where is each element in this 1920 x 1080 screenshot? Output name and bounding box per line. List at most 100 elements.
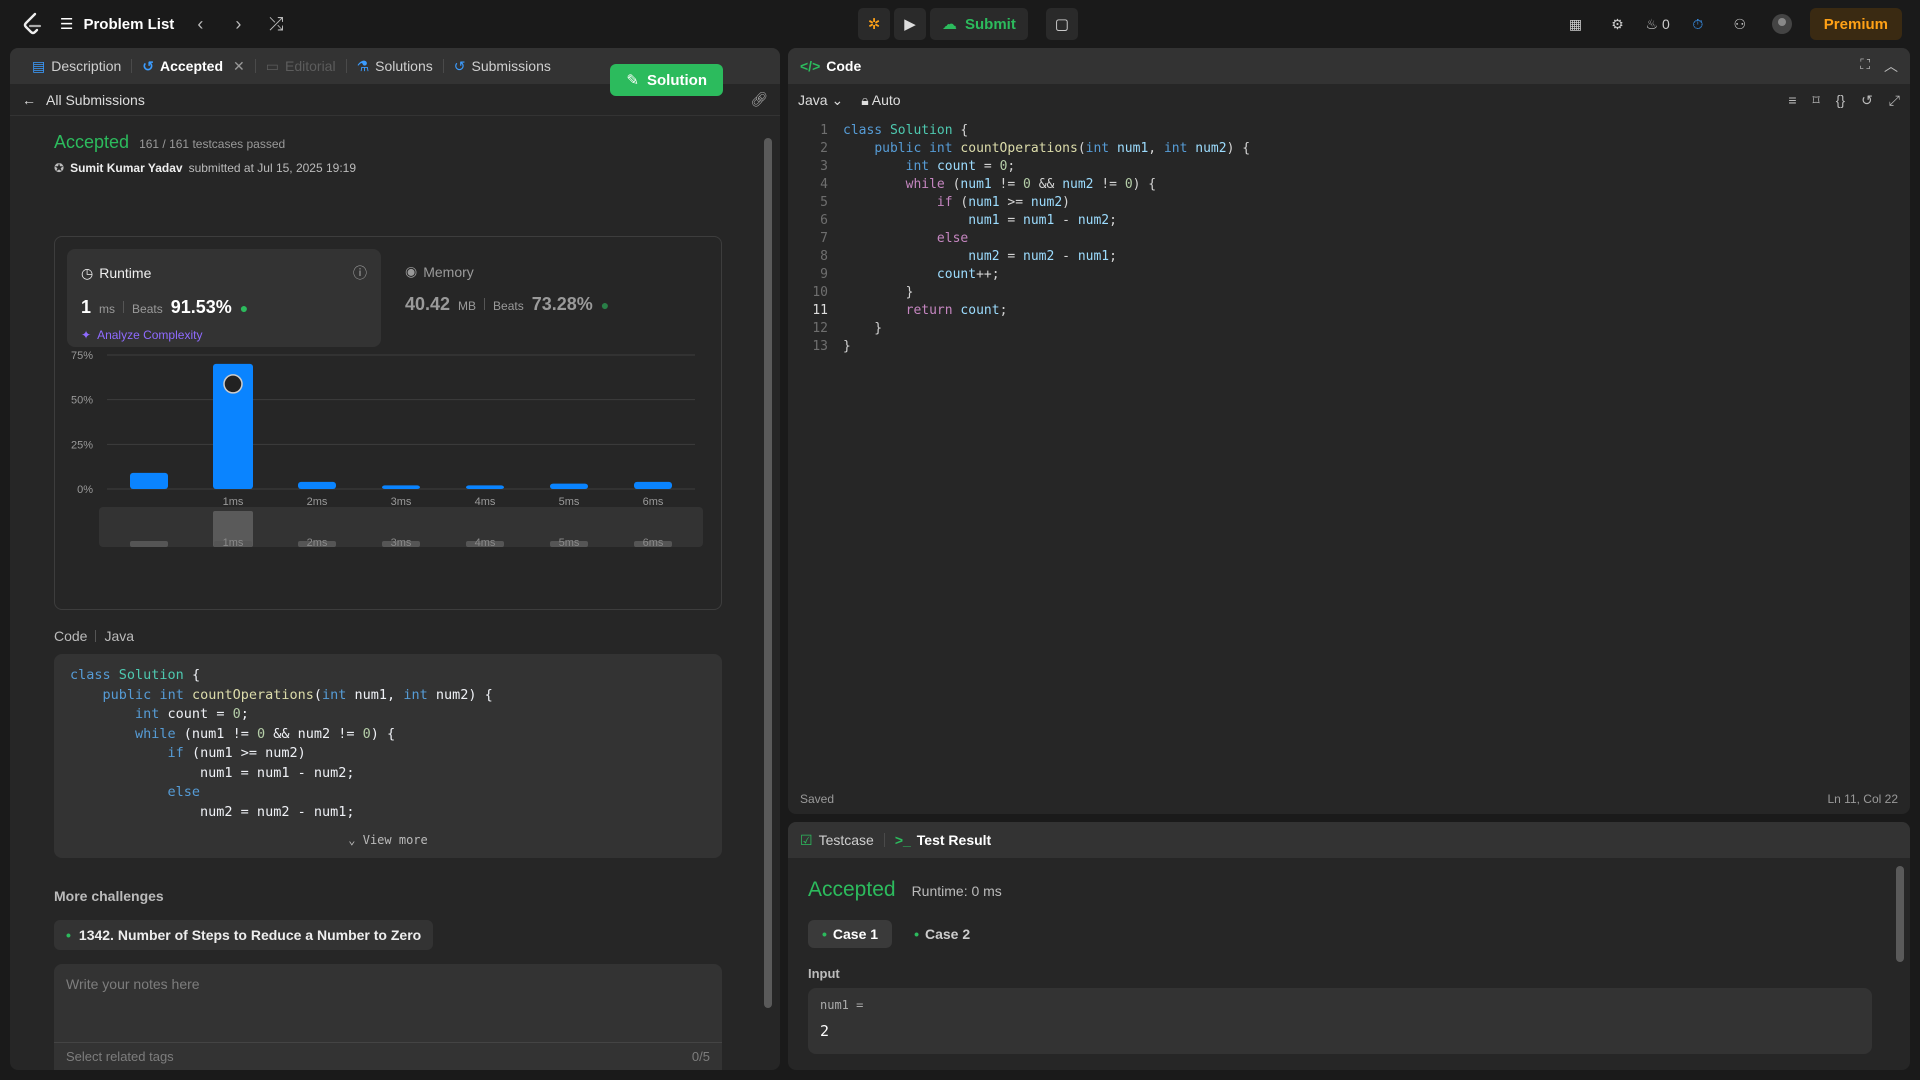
collapse-icon[interactable]: ︿ bbox=[1884, 56, 1898, 76]
submit-button[interactable]: ☁ Submit bbox=[930, 8, 1028, 40]
line-numbers: 1 2 3 4 5 6 7 8 9 10 11 12 13 bbox=[812, 123, 828, 354]
clock-icon: ◷ bbox=[81, 264, 94, 281]
y-tick-label: 50% bbox=[71, 395, 93, 407]
layout-icon[interactable]: ▦ bbox=[1561, 10, 1589, 38]
info-icon[interactable]: ⓘ bbox=[353, 263, 367, 283]
code-editor[interactable]: 1 2 3 4 5 6 7 8 9 10 11 12 13 class Solution { publi… bbox=[788, 122, 1900, 782]
notes-button[interactable]: ▢ bbox=[1045, 8, 1078, 40]
input-value: 2 bbox=[820, 1022, 830, 1040]
tab-code[interactable]: </> Code bbox=[800, 48, 871, 84]
runtime-distribution-chart[interactable]: 75% 50% 25% 0% 1ms 2ms 3ms 4ms 5ms 6ms 1ms 2ms 3ms 4m… bbox=[55, 341, 721, 609]
challenge-chip[interactable]: • 1342. Number of Steps to Reduce a Numb… bbox=[54, 920, 434, 950]
tab-testcase[interactable]: ☑ Testcase bbox=[800, 822, 884, 858]
case-tabs: • Case 1 • Case 2 bbox=[808, 920, 984, 948]
overview-tick-label: 6ms bbox=[643, 537, 664, 549]
tab-submissions[interactable]: ↺ Submissions bbox=[444, 48, 561, 84]
chevron-down-icon: ⌄ bbox=[831, 91, 844, 108]
dot-icon: • bbox=[66, 927, 71, 943]
memory-card[interactable]: ◉ Memory 40.42 MB Beats 73.28% ● bbox=[395, 249, 695, 347]
top-bar: ☰ Problem List ‹ › ⤮ ✲ ▶ ☁ Submit ▢ ▦ ⚙ … bbox=[0, 0, 1920, 48]
arrow-left-icon[interactable]: ← bbox=[22, 92, 36, 108]
result-scroll-thumb[interactable] bbox=[1896, 866, 1904, 962]
reset-icon[interactable]: ↺ bbox=[1861, 92, 1873, 109]
add-friend-icon[interactable]: ⚇ bbox=[1726, 10, 1754, 38]
streak-counter[interactable]: ♨ 0 bbox=[1645, 10, 1669, 38]
overview-tick-label: 5ms bbox=[559, 537, 580, 549]
gear-icon[interactable]: ⚙ bbox=[1603, 10, 1631, 38]
solution-button[interactable]: ✎ Solution bbox=[610, 64, 723, 96]
flame-icon: ♨ bbox=[1645, 15, 1658, 32]
submitted-code[interactable]: class Solution { public int countOperati… bbox=[54, 654, 722, 858]
divider bbox=[123, 301, 125, 313]
divider bbox=[484, 298, 486, 310]
saved-status: Saved bbox=[800, 792, 835, 806]
problem-list-button[interactable]: ☰ Problem List bbox=[60, 15, 175, 34]
analyze-complexity-link[interactable]: ✦ Analyze Complexity bbox=[81, 328, 367, 342]
editor-toolbar: Java ⌄ 🔒︎ Auto ≡ ⌑ {} ↺ ⤢ bbox=[788, 84, 1910, 116]
left-scrollbar[interactable] bbox=[762, 128, 772, 1068]
history-icon: ↺ bbox=[142, 57, 154, 74]
prev-problem-icon[interactable]: ‹ bbox=[188, 14, 212, 35]
scroll-thumb[interactable] bbox=[764, 138, 772, 1008]
tags-bar[interactable]: Select related tags 0/5 bbox=[54, 1042, 722, 1070]
code-lines[interactable]: class Solution { public int countOperati… bbox=[843, 122, 1880, 356]
x-tick-label: 3ms bbox=[391, 496, 412, 508]
code-language: Java bbox=[104, 628, 135, 644]
history-icon: ↺ bbox=[453, 57, 466, 74]
note-icon: ▢ bbox=[1054, 16, 1069, 33]
bar bbox=[382, 485, 420, 489]
leetcode-logo-icon[interactable] bbox=[18, 10, 46, 38]
tab-accepted[interactable]: ↺ Accepted ✕ bbox=[132, 48, 255, 84]
terminal-icon: >_ bbox=[894, 832, 911, 848]
all-submissions-link[interactable]: All Submissions bbox=[46, 92, 145, 108]
beats-label: Beats bbox=[493, 299, 524, 313]
code-header: Code Java bbox=[54, 628, 135, 644]
language-select[interactable]: Java ⌄ bbox=[798, 92, 843, 109]
user-avatar-marker bbox=[223, 374, 243, 394]
format-icon[interactable]: ≡ bbox=[1788, 92, 1796, 109]
bookmark-icon[interactable]: ⌑ bbox=[1813, 92, 1820, 109]
shuffle-icon[interactable]: ⤮ bbox=[264, 14, 288, 35]
code-icon: </> bbox=[800, 58, 821, 74]
bar bbox=[298, 481, 336, 489]
view-more-button[interactable]: ⌄ View more bbox=[54, 831, 722, 851]
overview-tick-label: 3ms bbox=[391, 537, 412, 549]
doc-icon: ▤ bbox=[32, 57, 46, 74]
runtime-card[interactable]: ◷ Runtime ⓘ 1 ms Beats 91.53% ● ✦ Analyze C… bbox=[67, 249, 381, 347]
bar bbox=[466, 485, 504, 489]
tab-description[interactable]: ▤ Description bbox=[22, 48, 131, 84]
memory-value: 40.42 bbox=[405, 294, 451, 314]
y-tick-label: 25% bbox=[71, 439, 93, 451]
notes-area[interactable]: Write your notes here Select related tag… bbox=[54, 964, 722, 1070]
x-tick-label: 1ms bbox=[223, 496, 244, 508]
x-tick-label: 6ms bbox=[643, 496, 664, 508]
tab-solutions[interactable]: ⚗ Solutions bbox=[347, 48, 443, 84]
check-box-icon: ☑ bbox=[800, 831, 813, 848]
mode-toggle[interactable]: 🔒︎ Auto bbox=[861, 92, 900, 109]
input-box[interactable]: num1 = 2 bbox=[808, 988, 1872, 1054]
next-problem-icon[interactable]: › bbox=[226, 14, 250, 35]
case-1-tab[interactable]: • Case 1 bbox=[808, 920, 893, 948]
problem-list-label: Problem List bbox=[83, 15, 175, 33]
braces-icon[interactable]: {} bbox=[1836, 92, 1845, 109]
x-tick-label: 2ms bbox=[307, 496, 328, 508]
overview-tick-label: 2ms bbox=[307, 537, 328, 549]
avatar[interactable] bbox=[1768, 10, 1796, 38]
debug-button[interactable]: ✲ bbox=[858, 8, 890, 40]
overview-bar bbox=[130, 541, 168, 547]
input-label: Input bbox=[808, 966, 840, 981]
premium-button[interactable]: Premium bbox=[1809, 8, 1902, 40]
case-2-tab[interactable]: • Case 2 bbox=[900, 920, 984, 948]
maximize-icon[interactable]: ⛶ bbox=[1860, 56, 1870, 76]
tab-editorial[interactable]: ▭ Editorial bbox=[256, 48, 346, 84]
cloud-upload-icon: ☁ bbox=[942, 16, 957, 33]
dot-icon: • bbox=[822, 926, 827, 942]
close-icon[interactable]: ✕ bbox=[233, 58, 245, 75]
sparkle-icon: ✦ bbox=[81, 328, 92, 342]
run-button[interactable]: ▶ bbox=[894, 8, 926, 40]
timer-icon[interactable]: ⏱ bbox=[1684, 10, 1712, 38]
expand-icon[interactable]: ⤢ bbox=[1889, 92, 1900, 109]
link-icon[interactable]: 🔗︎ bbox=[750, 91, 768, 108]
play-icon: ▶ bbox=[904, 16, 916, 33]
tab-test-result[interactable]: >_ Test Result bbox=[885, 822, 1001, 858]
